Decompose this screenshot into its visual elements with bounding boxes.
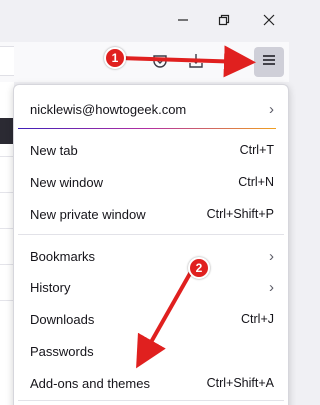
- title-bar: [0, 0, 289, 42]
- account-email: nicklewis@howtogeek.com: [30, 101, 187, 117]
- menu-item-bookmarks[interactable]: Bookmarks ›: [18, 242, 284, 270]
- downloads-icon[interactable]: [186, 51, 206, 71]
- navigation-toolbar: [0, 42, 289, 82]
- chevron-right-icon: ›: [269, 247, 274, 265]
- chevron-right-icon: ›: [269, 278, 274, 296]
- menu-separator: [18, 400, 284, 401]
- annotation-badge-2: 2: [188, 257, 210, 279]
- url-bar[interactable]: [0, 46, 14, 76]
- hamburger-menu-button[interactable]: [254, 47, 284, 77]
- account-divider: [18, 128, 276, 129]
- annotation-badge-1: 1: [104, 47, 126, 69]
- menu-item-new-window[interactable]: New window Ctrl+N: [18, 168, 284, 196]
- menu-separator: [18, 234, 284, 235]
- close-icon[interactable]: [257, 8, 281, 32]
- menu-item-new-private-window[interactable]: New private window Ctrl+Shift+P: [18, 200, 284, 228]
- menu-item-addons-and-themes[interactable]: Add-ons and themes Ctrl+Shift+A: [18, 369, 284, 397]
- menu-item-passwords[interactable]: Passwords: [18, 337, 284, 365]
- menu-item-new-tab[interactable]: New tab Ctrl+T: [18, 136, 284, 164]
- chevron-right-icon: ›: [269, 100, 274, 118]
- hamburger-menu-icon: [262, 53, 276, 71]
- account-item[interactable]: nicklewis@howtogeek.com ›: [18, 91, 284, 127]
- pocket-icon[interactable]: [150, 51, 170, 71]
- extension-icon[interactable]: [222, 51, 242, 71]
- menu-item-downloads[interactable]: Downloads Ctrl+J: [18, 305, 284, 333]
- menu-item-history[interactable]: History ›: [18, 273, 284, 301]
- minimize-icon[interactable]: [171, 8, 195, 32]
- page-content: [0, 82, 14, 405]
- restore-icon[interactable]: [212, 8, 236, 32]
- app-menu-panel: nicklewis@howtogeek.com › New tab Ctrl+T…: [13, 84, 289, 405]
